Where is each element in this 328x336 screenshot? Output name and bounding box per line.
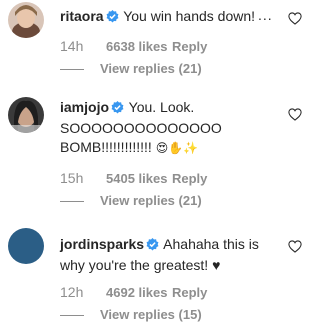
likes-count[interactable]: 5405 likes: [106, 171, 172, 186]
comment-text-row: jordinsparks Ahahaha this is why you're …: [60, 235, 280, 275]
comment-text-row: ritaora You win hands down!: [60, 7, 280, 28]
emoji-sequence: 😍✋✨: [155, 141, 199, 155]
timestamp[interactable]: 15h: [60, 170, 106, 186]
more-options-icon[interactable]: ...: [258, 7, 273, 23]
verified-badge-icon: [106, 9, 119, 28]
likes-count[interactable]: 6638 likes: [106, 39, 172, 54]
view-replies-button[interactable]: View replies (15): [60, 307, 202, 322]
username[interactable]: jordinsparks: [60, 236, 144, 252]
avatar-jordinsparks[interactable]: [8, 228, 44, 264]
timestamp[interactable]: 14h: [60, 38, 106, 54]
reply-button[interactable]: Reply: [172, 171, 207, 186]
view-replies-label: View replies (21): [100, 193, 202, 208]
reply-button[interactable]: Reply: [172, 285, 207, 300]
reply-button[interactable]: Reply: [172, 39, 207, 54]
view-replies-button[interactable]: View replies (21): [60, 61, 202, 76]
comment-meta: 15h 5405 likes Reply: [60, 170, 207, 186]
replies-divider: [60, 69, 84, 71]
heart-outline-icon[interactable]: [288, 12, 302, 25]
replies-divider: [60, 315, 84, 317]
avatar-iamjojo[interactable]: [8, 97, 44, 133]
username[interactable]: ritaora: [60, 8, 104, 24]
view-replies-label: View replies (21): [100, 61, 202, 76]
avatar-photo: [8, 97, 44, 133]
replies-divider: [60, 201, 84, 203]
heart-outline-icon[interactable]: [288, 240, 302, 253]
view-replies-label: View replies (15): [100, 307, 202, 322]
verified-badge-icon: [111, 100, 124, 119]
comment-meta: 12h 4692 likes Reply: [60, 284, 207, 300]
username[interactable]: iamjojo: [60, 99, 109, 115]
comment-text-row: iamjojo You. Look. SOOOOOOOOOOOOOO BOMB!…: [60, 98, 280, 158]
view-replies-button[interactable]: View replies (21): [60, 193, 202, 208]
timestamp[interactable]: 12h: [60, 284, 106, 300]
likes-count[interactable]: 4692 likes: [106, 285, 172, 300]
comment-meta: 14h 6638 likes Reply: [60, 38, 207, 54]
heart-outline-icon[interactable]: [288, 108, 302, 121]
comment-body: You win hands down!: [123, 8, 256, 24]
verified-badge-icon: [146, 237, 159, 256]
avatar-ritaora[interactable]: [8, 2, 44, 38]
avatar-photo: [8, 2, 44, 38]
